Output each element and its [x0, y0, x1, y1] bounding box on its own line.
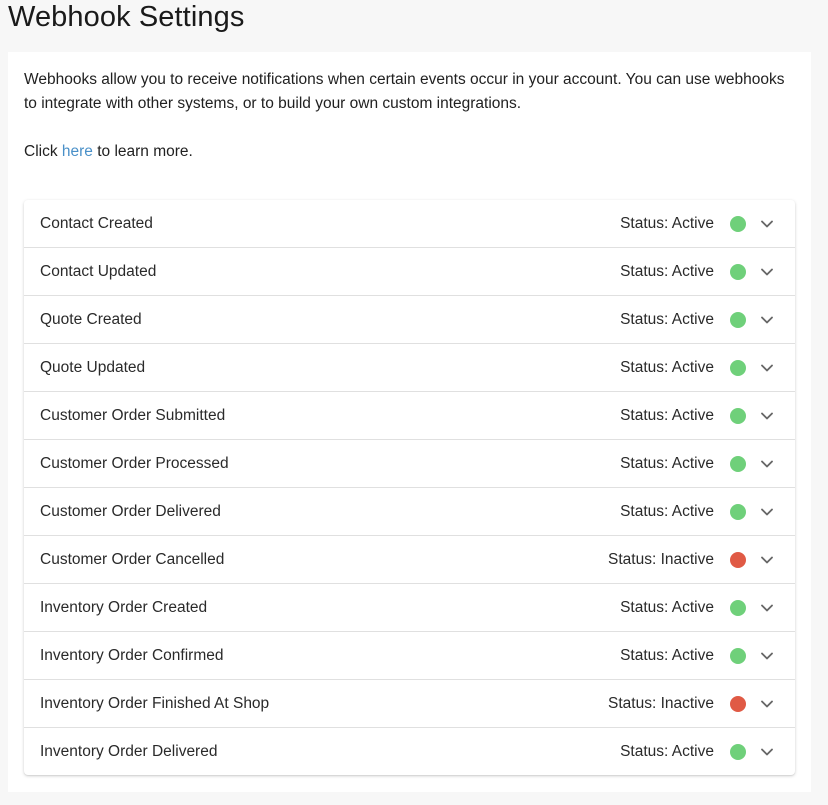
status-indicator-dot — [730, 311, 746, 328]
status-indicator-dot — [730, 359, 746, 376]
webhook-row[interactable]: Quote Created Status: Active — [24, 296, 795, 344]
status-indicator-dot — [730, 599, 746, 616]
chevron-down-icon[interactable] — [759, 552, 775, 568]
intro-description: Webhooks allow you to receive notificati… — [24, 71, 785, 112]
status-indicator-dot — [730, 503, 746, 520]
webhook-row[interactable]: Inventory Order Finished At Shop Status: … — [24, 680, 795, 728]
webhook-status-label: Status: Active — [620, 214, 714, 232]
webhook-status-label: Status: Active — [620, 742, 714, 760]
webhook-name: Customer Order Delivered — [40, 502, 221, 520]
chevron-down-icon[interactable] — [759, 648, 775, 664]
webhook-row[interactable]: Customer Order Cancelled Status: Inactive — [24, 536, 795, 584]
page-title: Webhook Settings — [8, 1, 245, 33]
webhook-row[interactable]: Contact Created Status: Active — [24, 200, 795, 248]
webhook-row[interactable]: Customer Order Delivered Status: Active — [24, 488, 795, 536]
status-indicator-dot — [730, 551, 746, 568]
chevron-down-icon[interactable] — [759, 504, 775, 520]
webhook-name: Customer Order Submitted — [40, 406, 226, 424]
chevron-down-icon[interactable] — [759, 600, 775, 616]
chevron-down-icon[interactable] — [759, 408, 775, 424]
learn-more-suffix: to learn more. — [92, 143, 193, 160]
webhook-row[interactable]: Inventory Order Created Status: Active — [24, 584, 795, 632]
webhook-status-label: Status: Active — [620, 262, 714, 280]
status-indicator-dot — [730, 215, 746, 232]
webhook-status-label: Status: Active — [620, 598, 714, 616]
webhook-row[interactable]: Inventory Order Confirmed Status: Active — [24, 632, 795, 680]
webhook-name: Contact Updated — [40, 262, 157, 280]
webhook-list: Contact Created Status: Active Contact Upd… — [24, 200, 795, 775]
webhook-name: Quote Created — [40, 310, 142, 328]
chevron-down-icon[interactable] — [759, 456, 775, 472]
chevron-down-icon[interactable] — [759, 264, 775, 280]
learn-more-link[interactable]: here — [62, 143, 93, 160]
status-indicator-dot — [730, 647, 746, 664]
webhook-status-label: Status: Inactive — [608, 694, 714, 712]
webhook-status-label: Status: Active — [620, 502, 714, 520]
chevron-down-icon[interactable] — [759, 216, 775, 232]
status-indicator-dot — [730, 455, 746, 472]
webhook-row[interactable]: Contact Updated Status: Active — [24, 248, 795, 296]
learn-more-line: Click here to learn more. — [24, 140, 794, 164]
status-indicator-dot — [730, 407, 746, 424]
webhook-name: Inventory Order Confirmed — [40, 646, 224, 664]
status-indicator-dot — [730, 743, 746, 760]
webhook-name: Inventory Order Finished At Shop — [40, 694, 270, 712]
webhook-status-label: Status: Active — [620, 406, 714, 424]
webhook-status-label: Status: Active — [620, 646, 714, 664]
webhook-row[interactable]: Customer Order Processed Status: Active — [24, 440, 795, 488]
learn-more-prefix: Click — [24, 143, 62, 160]
intro-text: Webhooks allow you to receive notificati… — [24, 68, 794, 164]
settings-panel: Webhooks allow you to receive notificati… — [8, 52, 811, 792]
webhook-name: Inventory Order Delivered — [40, 742, 218, 760]
webhook-row[interactable]: Quote Updated Status: Active — [24, 344, 795, 392]
chevron-down-icon[interactable] — [759, 744, 775, 760]
chevron-down-icon[interactable] — [759, 360, 775, 376]
webhook-name: Quote Updated — [40, 358, 146, 376]
webhook-row[interactable]: Inventory Order Delivered Status: Active — [24, 728, 795, 775]
webhook-status-label: Status: Active — [620, 454, 714, 472]
status-indicator-dot — [730, 695, 746, 712]
webhook-status-label: Status: Active — [620, 358, 714, 376]
chevron-down-icon[interactable] — [759, 696, 775, 712]
chevron-down-icon[interactable] — [759, 312, 775, 328]
webhook-name: Inventory Order Created — [40, 598, 208, 616]
webhook-status-label: Status: Inactive — [608, 550, 714, 568]
webhook-name: Customer Order Processed — [40, 454, 229, 472]
webhook-status-label: Status: Active — [620, 310, 714, 328]
webhook-name: Customer Order Cancelled — [40, 550, 225, 568]
webhook-name: Contact Created — [40, 214, 153, 232]
status-indicator-dot — [730, 263, 746, 280]
webhook-row[interactable]: Customer Order Submitted Status: Active — [24, 392, 795, 440]
